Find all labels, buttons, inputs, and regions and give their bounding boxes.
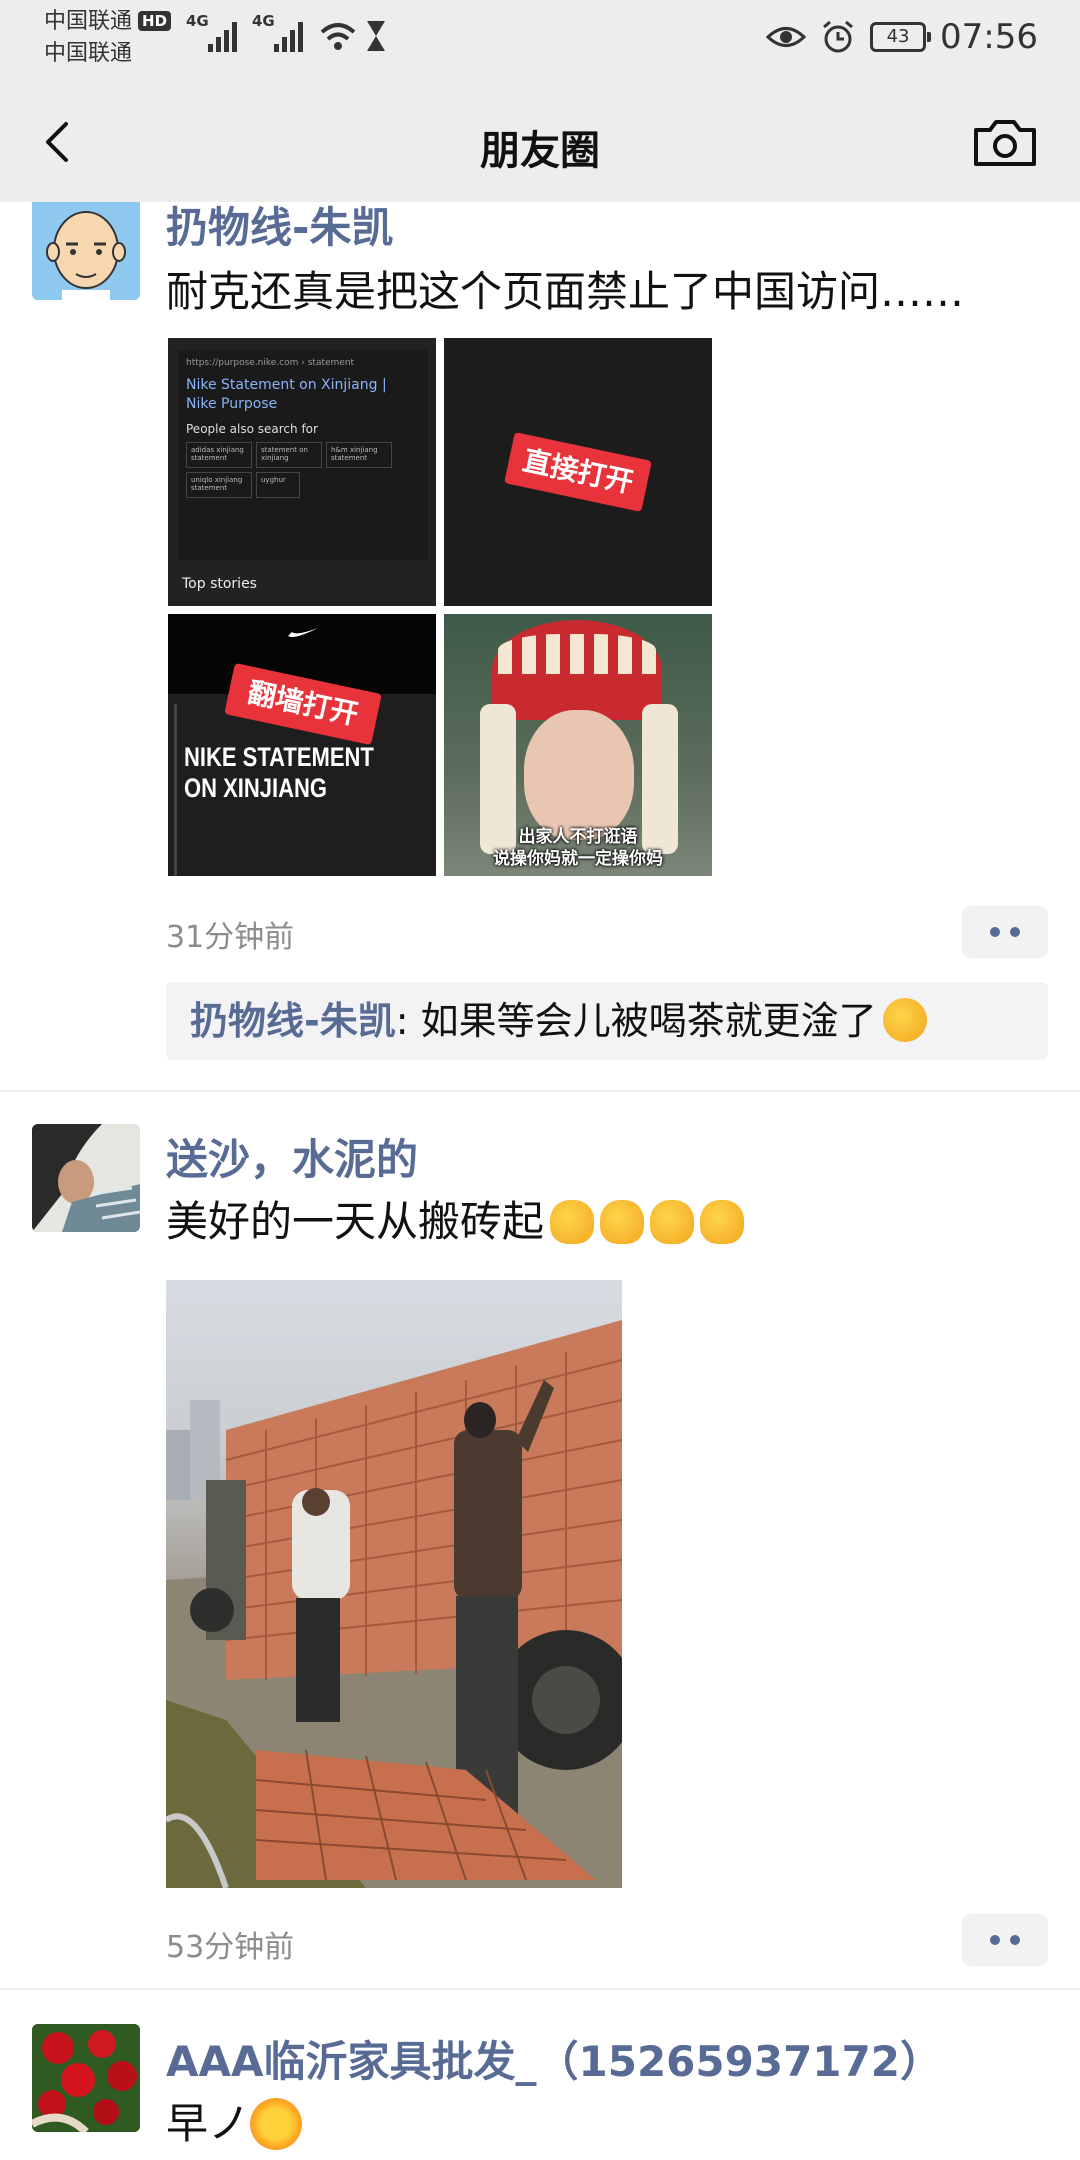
post-image-2[interactable]: 直接打开 [444,338,712,606]
brick-truck-photo [166,1320,622,1888]
post-author[interactable]: 扔物线-朱凯 [166,202,393,255]
clock: 07:56 [940,17,1038,57]
sun-icon [250,2098,303,2150]
comment-author[interactable]: 扔物线-朱凯 [190,999,396,1043]
status-bar: 中国联通 HD 中国联通 4G 4G 43 07:56 [0,0,1080,84]
result-title: Nike Statement on Xinjiang | Nike Purpos… [186,377,387,412]
carrier-2: 中国联通 [44,41,133,66]
eye-icon [766,27,807,47]
thinking-face-icon [882,998,927,1042]
rose-photo-icon [32,2024,140,2132]
more-actions-button[interactable] [962,1914,1048,1966]
raised-fist-icon [700,1200,745,1244]
nike-headline: NIKE STATEMENT ON XINJIANG [184,742,374,804]
hourglass-icon [367,21,385,51]
camera-icon[interactable] [970,112,1040,172]
search-chip: statement on xinjiang [256,442,322,468]
avatar[interactable] [32,1124,140,1232]
chip-list: adidas xinjiang statement statement on x… [186,442,420,498]
raised-fist-icon [550,1200,595,1244]
post-image-3[interactable]: 翻墙打开 NIKE STATEMENT ON XINJIANG [168,614,436,876]
post-time: 31分钟前 [166,920,295,955]
post-image[interactable] [166,1280,622,1888]
search-chip: uniqlo xinjiang statement [186,472,252,498]
post-text: 美好的一天从搬砖起 [166,1188,745,1249]
hd-badge: HD [138,11,172,31]
alarm-icon [823,20,853,53]
swoosh-logo-icon [288,628,318,637]
signal-1-icon [208,22,237,52]
post-text: 早ノ [166,2090,303,2151]
search-chip: adidas xinjiang statement [186,442,252,468]
post-text: 耐克还真是把这个页面禁止了中国访问…… [166,267,965,316]
search-chip: uyghur [256,472,300,498]
more-actions-button[interactable] [962,906,1048,958]
post-item: 扔物线-朱凯 耐克还真是把这个页面禁止了中国访问…… https://purpo… [0,202,1080,1092]
person-photo-icon [32,1124,140,1232]
post-author[interactable]: 送沙，水泥的 [166,1126,418,1187]
red-stamp: 直接打开 [504,432,652,512]
comment-text: 如果等会儿被喝茶就更淦了 [420,999,877,1043]
cartoon-avatar-icon [32,202,140,300]
status-right: 43 07:56 [766,14,1038,60]
wifi-icon [320,23,356,50]
avatar[interactable] [32,202,140,300]
search-chip: h&m xinjiang statement [326,442,392,468]
battery-indicator: 43 [870,22,932,52]
post-image-4[interactable]: 出家人不打诳语 说操你妈就一定操你妈 [444,614,712,876]
page-title: 朋友圈 [480,128,600,174]
signal-2-icon [274,22,303,52]
carrier-1: 中国联通 HD [44,8,172,36]
post-author[interactable]: AAA临沂家具批发_（15265937172） [166,2028,942,2089]
top-stories-label: Top stories [182,576,257,592]
post-image-1[interactable]: https://purpose.nike.com › statement Nik… [168,338,436,606]
face-shape [524,710,634,840]
comment-item[interactable]: 扔物线-朱凯: 如果等会儿被喝茶就更淦了 [166,982,1048,1060]
avatar[interactable] [32,2024,140,2132]
post-item: AAA临沂家具批发_（15265937172） 早ノ [0,1990,1080,2160]
raised-fist-icon [600,1200,645,1244]
raised-fist-icon [650,1200,695,1244]
meme-caption: 出家人不打诳语 说操你妈就一定操你妈 [493,827,663,869]
nav-bar: 朋友圈 [0,84,1080,202]
post-time: 53分钟前 [166,1930,295,1965]
result-url: https://purpose.nike.com › statement [186,358,355,368]
people-search-label: People also search for [186,422,318,436]
search-result-card: https://purpose.nike.com › statement Nik… [178,350,428,560]
moments-feed[interactable]: 扔物线-朱凯 耐克还真是把这个页面禁止了中国访问…… https://purpo… [0,202,1080,2160]
